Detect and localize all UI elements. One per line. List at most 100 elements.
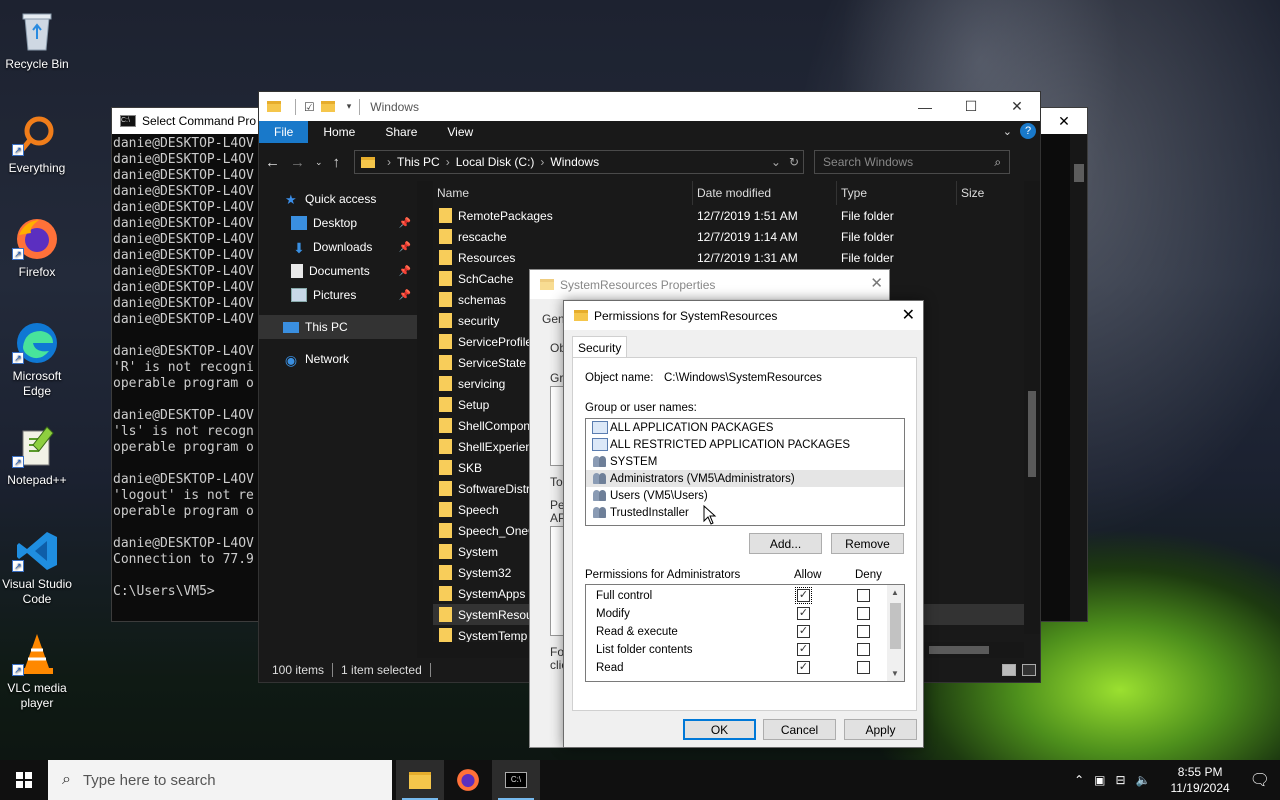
cmd-scrollbar[interactable] — [1070, 134, 1087, 621]
pin-icon[interactable]: 📌 — [399, 290, 411, 301]
taskbar-file-explorer[interactable] — [396, 760, 444, 800]
refresh-icon[interactable]: ↻ — [789, 155, 799, 169]
properties-check-icon[interactable]: ☑ — [304, 100, 315, 114]
nav-item-downloads[interactable]: ⬇ Downloads 📌 — [259, 235, 417, 259]
tab-file[interactable]: File — [259, 121, 309, 143]
permissions-close-icon[interactable]: ✕ — [902, 305, 915, 325]
close-icon[interactable]: ✕ — [994, 92, 1040, 121]
allow-checkbox[interactable]: ✓ — [797, 607, 810, 620]
address-bar[interactable]: › This PC › Local Disk (C:) › Windows ⌄ … — [354, 150, 805, 174]
back-arrow-icon[interactable]: ← — [265, 154, 280, 171]
allow-checkbox[interactable]: ✓ — [797, 661, 810, 674]
address-dropdown-icon[interactable]: ⌄ — [771, 155, 781, 169]
deny-checkbox[interactable] — [857, 607, 870, 620]
allow-checkbox[interactable]: ✓ — [795, 587, 812, 604]
forward-arrow-icon[interactable]: → — [290, 154, 305, 171]
nav-item-quick-access[interactable]: ★ Quick access — [259, 187, 417, 211]
clock[interactable]: 8:55 PM 11/19/2024 — [1171, 764, 1230, 796]
deny-checkbox[interactable] — [857, 643, 870, 656]
file-list-hscroll-thumb[interactable] — [929, 646, 989, 654]
user-list-item[interactable]: TrustedInstaller — [586, 504, 904, 521]
large-icons-view-icon[interactable] — [1022, 664, 1036, 676]
desktop-icon-recycle-bin[interactable]: Recycle Bin — [0, 8, 74, 72]
cancel-button[interactable]: Cancel — [763, 719, 836, 740]
deny-checkbox[interactable] — [857, 661, 870, 674]
tab-security[interactable]: Security — [572, 336, 628, 359]
tab-share[interactable]: Share — [370, 121, 432, 143]
column-header-type[interactable]: Type — [837, 181, 957, 205]
pin-icon[interactable]: 📌 — [399, 266, 411, 277]
breadcrumb-local-disk[interactable]: Local Disk (C:) — [456, 155, 535, 169]
volume-icon[interactable]: 🔈 — [1136, 773, 1151, 787]
maximize-icon[interactable]: ☐ — [948, 92, 994, 121]
nav-item-documents[interactable]: Documents 📌 — [259, 259, 417, 283]
deny-checkbox[interactable] — [857, 589, 870, 602]
file-row[interactable]: RemotePackages 12/7/2019 1:51 AM File fold… — [433, 205, 1040, 226]
deny-checkbox[interactable] — [857, 625, 870, 638]
up-arrow-icon[interactable]: ↑ — [333, 154, 341, 171]
nav-item-this-pc[interactable]: This PC — [259, 315, 417, 339]
breadcrumb-this-pc[interactable]: This PC — [397, 155, 440, 169]
cmd-close-icon[interactable]: ✕ — [1041, 108, 1087, 134]
network-status-icon[interactable]: ⊟ — [1116, 773, 1126, 787]
cmd-scroll-thumb[interactable] — [1074, 164, 1084, 182]
desktop-icon-firefox[interactable]: ↗ Firefox — [0, 216, 74, 280]
desktop-icon-notepadpp[interactable]: ↗ Notepad++ — [0, 424, 74, 488]
permission-list-scrollbar[interactable]: ▲ ▼ — [887, 585, 904, 681]
add-button[interactable]: Add... — [749, 533, 822, 554]
tab-home[interactable]: Home — [308, 121, 370, 143]
nav-item-desktop[interactable]: Desktop 📌 — [259, 211, 417, 235]
expand-ribbon-icon[interactable]: ⌄ — [1003, 125, 1012, 138]
customize-toolbar-icon[interactable]: ▾ — [347, 101, 352, 112]
nav-item-network[interactable]: ◉ Network — [259, 347, 417, 371]
remove-button[interactable]: Remove — [831, 533, 904, 554]
minimize-icon[interactable]: — — [902, 92, 948, 121]
desktop-icon-vlc[interactable]: ↗ VLC media player — [0, 632, 74, 711]
nav-pane-scrollbar[interactable] — [417, 181, 433, 658]
pin-icon[interactable]: 📌 — [399, 218, 411, 229]
breadcrumb-windows[interactable]: Windows — [550, 155, 599, 169]
permissions-titlebar[interactable]: Permissions for SystemResources — [564, 301, 923, 330]
file-row[interactable]: Resources 12/7/2019 1:31 AM File folder — [433, 247, 1040, 268]
desktop-icon-vscode[interactable]: ↗ Visual Studio Code — [0, 528, 74, 607]
nav-item-pictures[interactable]: Pictures 📌 — [259, 283, 417, 307]
recent-locations-icon[interactable]: ⌄ — [315, 157, 323, 168]
allow-checkbox[interactable]: ✓ — [797, 643, 810, 656]
scroll-up-icon[interactable]: ▲ — [891, 588, 899, 597]
permission-scroll-thumb[interactable] — [890, 603, 901, 649]
pin-icon[interactable]: 📌 — [399, 242, 411, 253]
help-icon[interactable]: ? — [1020, 123, 1036, 139]
group-user-list[interactable]: ALL APPLICATION PACKAGES ALL RESTRICTED A… — [585, 418, 905, 526]
desktop-icon-edge[interactable]: ↗ Microsoft Edge — [0, 320, 74, 399]
tab-view[interactable]: View — [432, 121, 488, 143]
security-center-icon[interactable]: ▣ — [1094, 773, 1105, 787]
user-list-item[interactable]: ALL RESTRICTED APPLICATION PACKAGES — [586, 436, 904, 453]
file-row[interactable]: rescache 12/7/2019 1:14 AM File folder — [433, 226, 1040, 247]
user-list-item[interactable]: Administrators (VM5\Administrators) — [586, 470, 904, 487]
permissions-dialog[interactable]: Permissions for SystemResources ✕ Securi… — [563, 300, 924, 748]
allow-checkbox[interactable]: ✓ — [797, 625, 810, 638]
search-box[interactable]: Search Windows ⌕ — [814, 150, 1011, 174]
user-list-item[interactable]: Users (VM5\Users) — [586, 487, 904, 504]
user-list-item[interactable]: ALL APPLICATION PACKAGES — [586, 419, 904, 436]
taskbar-firefox[interactable] — [444, 760, 492, 800]
explorer-titlebar[interactable]: ☑ ▾ Windows — ☐ ✕ — [259, 92, 1040, 121]
show-hidden-icons-icon[interactable]: ⌃ — [1074, 773, 1084, 787]
new-folder-icon[interactable] — [320, 101, 335, 112]
scroll-down-icon[interactable]: ▼ — [891, 669, 899, 678]
file-list-scroll-thumb[interactable] — [1028, 391, 1036, 477]
taskbar-search-box[interactable]: ⌕ Type here to search — [48, 760, 392, 800]
column-header-date[interactable]: Date modified — [693, 181, 837, 205]
taskbar-command-prompt[interactable]: C:\ — [492, 760, 540, 800]
desktop-icon-everything[interactable]: ↗ Everything — [0, 112, 74, 176]
apply-button[interactable]: Apply — [844, 719, 917, 740]
properties-tab-general[interactable]: Gen — [542, 312, 565, 326]
start-button[interactable] — [0, 760, 48, 800]
ok-button[interactable]: OK — [683, 719, 756, 740]
notifications-icon[interactable]: 🗨 — [1250, 770, 1270, 790]
user-list-item[interactable]: SYSTEM — [586, 453, 904, 470]
file-list-scrollbar[interactable] — [1024, 181, 1040, 634]
details-view-icon[interactable] — [1002, 664, 1016, 676]
properties-close-icon[interactable]: ✕ — [870, 274, 883, 292]
properties-titlebar[interactable]: SystemResources Properties — [530, 270, 889, 299]
